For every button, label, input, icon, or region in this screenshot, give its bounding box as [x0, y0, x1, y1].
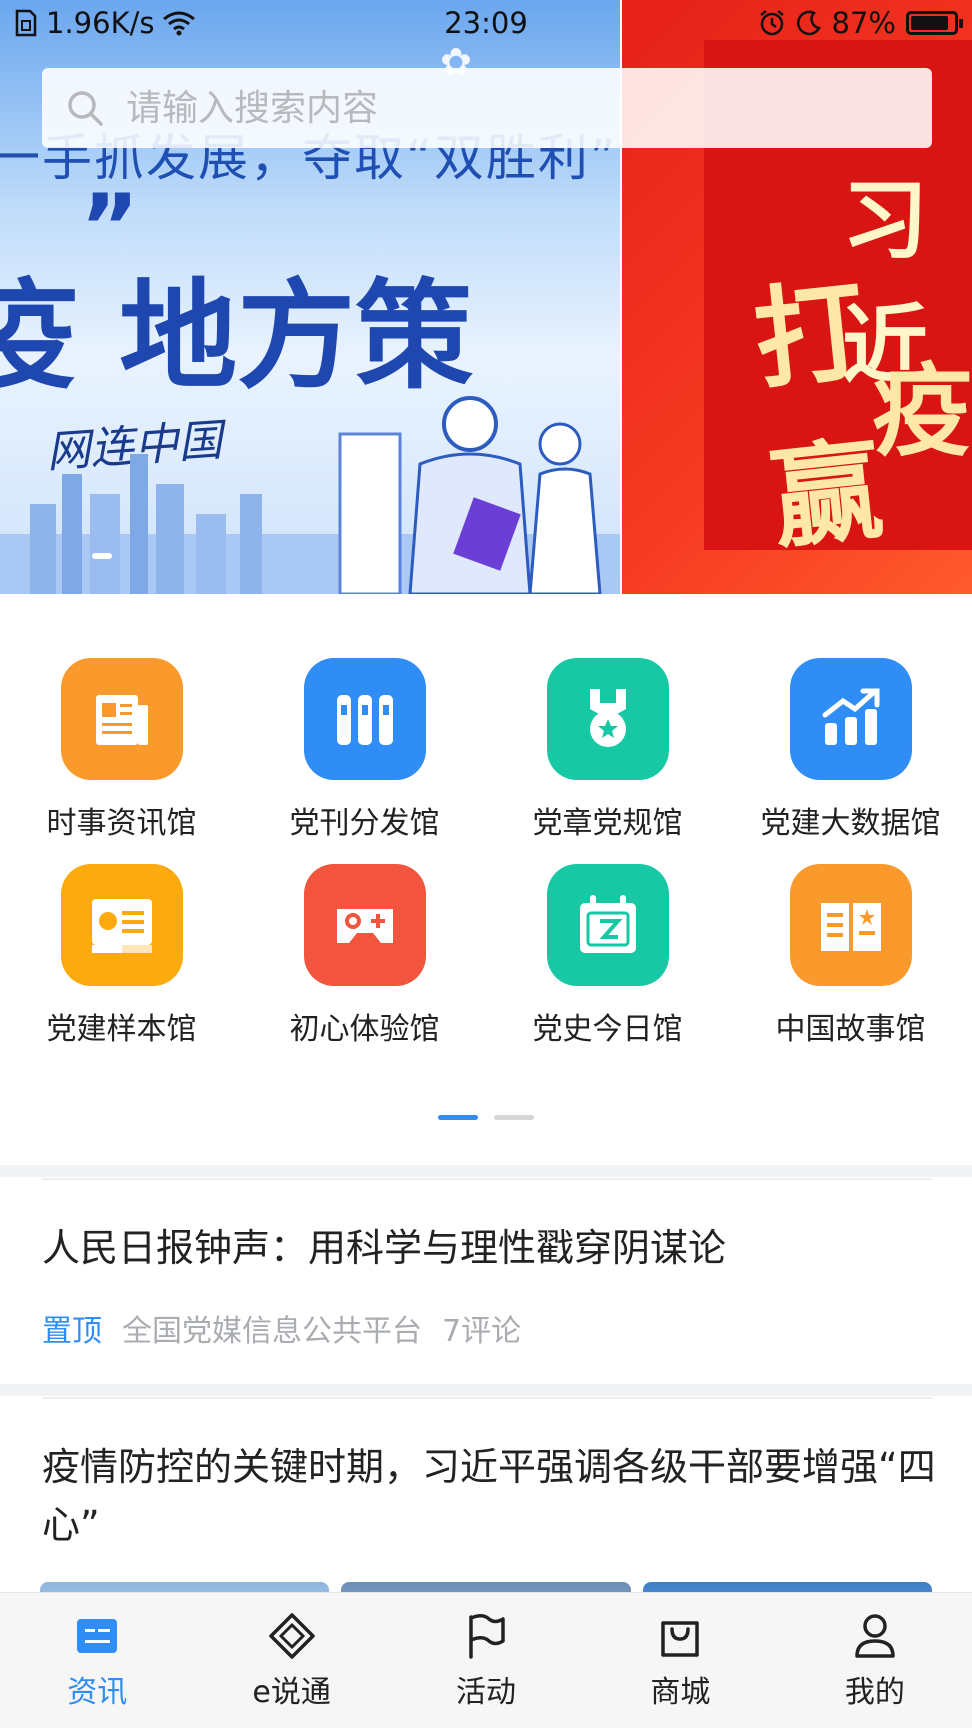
feature-icon-bg	[60, 864, 183, 986]
chart-icon	[822, 688, 879, 745]
alarm-icon	[759, 10, 784, 36]
news-title[interactable]: 人民日报钟声：用科学与理性戳穿阴谋论	[42, 1219, 942, 1277]
tab-profile[interactable]: 我的	[778, 1593, 972, 1728]
moon-icon	[796, 10, 821, 36]
tab-news[interactable]: 资讯	[0, 1593, 194, 1728]
search-input[interactable]	[124, 86, 824, 130]
battery-fill	[911, 16, 948, 30]
feature-journal-hall[interactable]: 党刊分发馆	[243, 658, 486, 864]
newspaper-icon	[95, 695, 148, 745]
feature-row: 党建样本馆 初心体验馆 党史今日馆 中国故事馆	[0, 864, 972, 1070]
banner-main-text: 疫 地方策	[0, 267, 474, 405]
section-divider	[0, 1165, 972, 1177]
feature-grid: 时事资讯馆 党刊分发馆 党章党规馆 党建大数据馆 党建样本馆 初心体验馆 党史今…	[0, 658, 972, 1070]
tab-label: 资讯	[67, 1675, 128, 1710]
bag-tab-icon	[661, 1621, 700, 1657]
diamond-tab-icon	[268, 1613, 315, 1659]
news-source: 全国党媒信息公共平台	[122, 1314, 422, 1349]
tab-label: 我的	[844, 1675, 905, 1710]
tab-label: 商城	[650, 1675, 711, 1710]
grid-page-indicator	[494, 1115, 534, 1120]
red-slide-line3: 疫	[872, 352, 972, 470]
feature-bigdata-hall[interactable]: 党建大数据馆	[729, 658, 972, 864]
feature-row: 时事资讯馆 党刊分发馆 党章党规馆 党建大数据馆	[0, 658, 972, 864]
feature-icon-bg	[789, 864, 912, 986]
feature-icon-bg	[546, 864, 669, 986]
banner-pager	[92, 553, 112, 559]
status-bar: 1.96K/s 23:09 87%	[0, 0, 972, 50]
tab-mall[interactable]: 商城	[583, 1593, 777, 1728]
status-right: 87%	[758, 6, 963, 40]
feature-label: 中国故事馆	[775, 1012, 926, 1047]
flag-tab-icon	[469, 1614, 505, 1659]
feature-icon-bg	[303, 658, 426, 780]
feature-icon-bg	[303, 864, 426, 986]
feature-history-hall[interactable]: 党史今日馆	[486, 864, 729, 1070]
news-title[interactable]: 疫情防控的关键时期，习近平强调各级干部要增强“四心”	[42, 1438, 942, 1554]
tab-activity[interactable]: 活动	[389, 1593, 583, 1728]
bottom-tab-bar: 资讯 e说通 活动 商城 我的	[0, 1592, 972, 1728]
tab-label: e说通	[252, 1675, 331, 1710]
banner-dot-active	[92, 553, 112, 559]
tab-label: 活动	[456, 1675, 517, 1710]
feature-label: 党史今日馆	[532, 1012, 683, 1047]
person-tab-icon	[855, 1614, 895, 1658]
divider-line	[42, 1397, 932, 1399]
feature-label: 党刊分发馆	[289, 806, 440, 841]
feature-label: 时事资讯馆	[46, 806, 197, 841]
battery-percent: 87%	[831, 6, 896, 40]
pinned-tag: 置顶	[42, 1314, 102, 1349]
search-icon	[68, 91, 103, 126]
feature-charter-hall[interactable]: 党章党规馆	[486, 658, 729, 864]
feature-story-hall[interactable]: 中国故事馆	[729, 864, 972, 1070]
feature-news-hall[interactable]: 时事资讯馆	[0, 658, 243, 864]
calendar-icon	[579, 895, 636, 953]
search-bar[interactable]	[42, 68, 932, 148]
party-card-icon	[91, 899, 152, 953]
news-meta: 置顶 全国党媒信息公共平台 7评论	[42, 1306, 521, 1350]
feature-label: 党建样本馆	[46, 1012, 197, 1047]
grid-pager	[0, 1115, 972, 1120]
feature-sample-hall[interactable]: 党建样本馆	[0, 864, 243, 1070]
medal-icon	[589, 689, 626, 747]
divider-line	[42, 1178, 932, 1180]
feature-icon-bg	[60, 658, 183, 780]
grid-page-indicator-active	[438, 1115, 478, 1120]
news-comments: 7评论	[442, 1314, 522, 1349]
feature-label: 党建大数据馆	[760, 806, 941, 841]
gamepad-icon	[336, 909, 393, 943]
book-icon	[820, 903, 881, 951]
feature-label: 党章党规馆	[532, 806, 683, 841]
tab-e-shuotong[interactable]: e说通	[194, 1593, 388, 1728]
feature-experience-hall[interactable]: 初心体验馆	[243, 864, 486, 1070]
battery-icon	[906, 11, 963, 35]
news-tab-icon	[77, 1619, 118, 1653]
feature-icon-bg	[789, 658, 912, 780]
feature-label: 初心体验馆	[289, 1012, 440, 1047]
section-divider	[0, 1384, 972, 1396]
binders-icon	[336, 695, 393, 745]
skyline-illustration	[0, 396, 620, 594]
feature-icon-bg	[546, 658, 669, 780]
